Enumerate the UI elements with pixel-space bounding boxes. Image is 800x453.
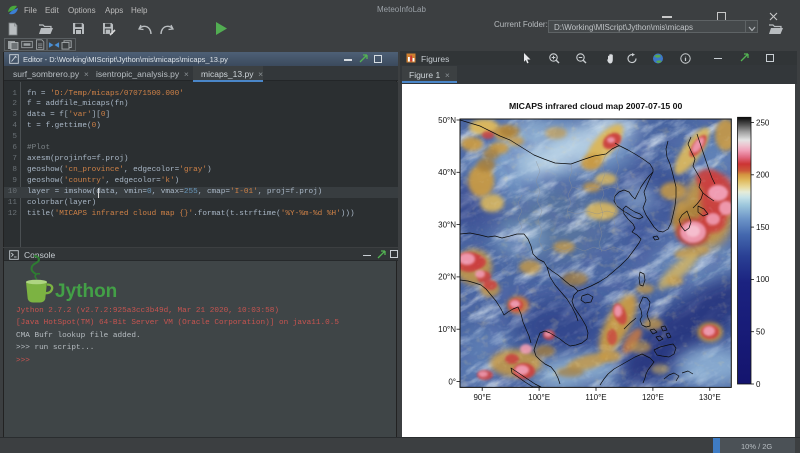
svg-text:10°N: 10°N bbox=[438, 325, 456, 334]
svg-text:30°N: 30°N bbox=[438, 220, 456, 229]
svg-text:90°E: 90°E bbox=[473, 393, 490, 402]
svg-text:110°E: 110°E bbox=[585, 393, 606, 402]
svg-text:130°E: 130°E bbox=[699, 393, 721, 402]
svg-text:100: 100 bbox=[756, 275, 770, 284]
svg-text:Jython: Jython bbox=[55, 281, 117, 302]
svg-text:0°: 0° bbox=[448, 377, 456, 386]
svg-text:250: 250 bbox=[756, 118, 770, 127]
svg-text:150: 150 bbox=[756, 223, 770, 232]
svg-text:200: 200 bbox=[756, 171, 770, 180]
svg-text:120°E: 120°E bbox=[642, 393, 664, 402]
svg-text:50: 50 bbox=[756, 328, 765, 337]
svg-text:0: 0 bbox=[756, 380, 761, 389]
svg-text:100°E: 100°E bbox=[528, 393, 550, 402]
svg-text:20°N: 20°N bbox=[438, 273, 456, 282]
svg-text:MICAPS infrared cloud map 2007: MICAPS infrared cloud map 2007-07-15 00 bbox=[509, 101, 682, 111]
svg-text:50°N: 50°N bbox=[438, 116, 456, 125]
svg-text:40°N: 40°N bbox=[438, 168, 456, 177]
